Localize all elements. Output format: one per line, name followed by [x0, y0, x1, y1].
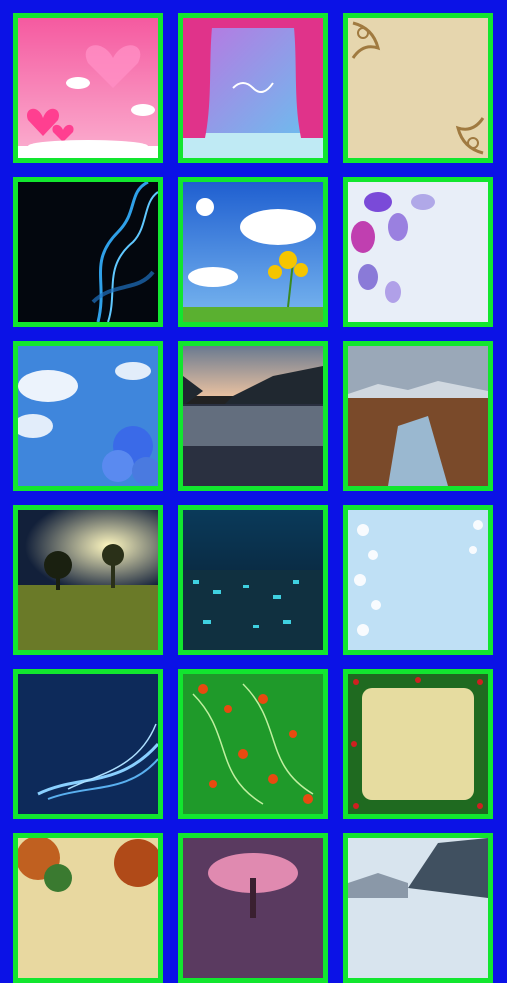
wallpaper-tile-blue-smoke-dark[interactable] [13, 177, 163, 327]
wallpaper-thumbnail [348, 182, 488, 322]
wallpaper-thumbnail [18, 18, 158, 158]
wallpaper-thumbnail [18, 182, 158, 322]
wallpaper-tile-lake-mountains[interactable] [178, 341, 328, 491]
wallpaper-thumbnail [183, 510, 323, 650]
wallpaper-tile-tree-sunset-field[interactable] [13, 505, 163, 655]
wallpaper-thumbnail [183, 18, 323, 158]
wallpaper-thumbnail [18, 346, 158, 486]
wallpaper-tile-rocky-gorge[interactable] [343, 341, 493, 491]
wallpaper-thumbnail [183, 838, 323, 978]
wallpaper-thumbnail [18, 674, 158, 814]
wallpaper-thumbnail [183, 674, 323, 814]
wallpaper-tile-vintage-parchment[interactable] [343, 13, 493, 163]
wallpaper-thumbnail [348, 674, 488, 814]
wallpaper-tile-pink-curtain-stage[interactable] [178, 13, 328, 163]
wallpaper-tile-green-red-floral[interactable] [178, 669, 328, 819]
wallpaper-tile-rocky-coast[interactable] [343, 833, 493, 983]
wallpaper-tile-sunflowers-sky[interactable] [178, 177, 328, 327]
wallpaper-tile-light-blue-floral[interactable] [343, 505, 493, 655]
wallpaper-thumbnail [348, 838, 488, 978]
wallpaper-thumbnail [18, 838, 158, 978]
wallpaper-thumbnail [183, 182, 323, 322]
wallpaper-tile-christmas-frame[interactable] [343, 669, 493, 819]
wallpaper-tile-pink-hearts[interactable] [13, 13, 163, 163]
wallpaper-tile-blue-flowers-clouds[interactable] [13, 341, 163, 491]
wallpaper-grid [0, 0, 507, 983]
wallpaper-thumbnail [183, 346, 323, 486]
wallpaper-thumbnail [348, 510, 488, 650]
wallpaper-thumbnail [18, 510, 158, 650]
wallpaper-thumbnail [348, 346, 488, 486]
wallpaper-tile-pink-blossom-tree[interactable] [178, 833, 328, 983]
wallpaper-tile-city-night-aerial[interactable] [178, 505, 328, 655]
wallpaper-thumbnail [348, 18, 488, 158]
wallpaper-tile-autumn-trees[interactable] [13, 833, 163, 983]
wallpaper-tile-purple-leaves[interactable] [343, 177, 493, 327]
wallpaper-tile-blue-swirl[interactable] [13, 669, 163, 819]
